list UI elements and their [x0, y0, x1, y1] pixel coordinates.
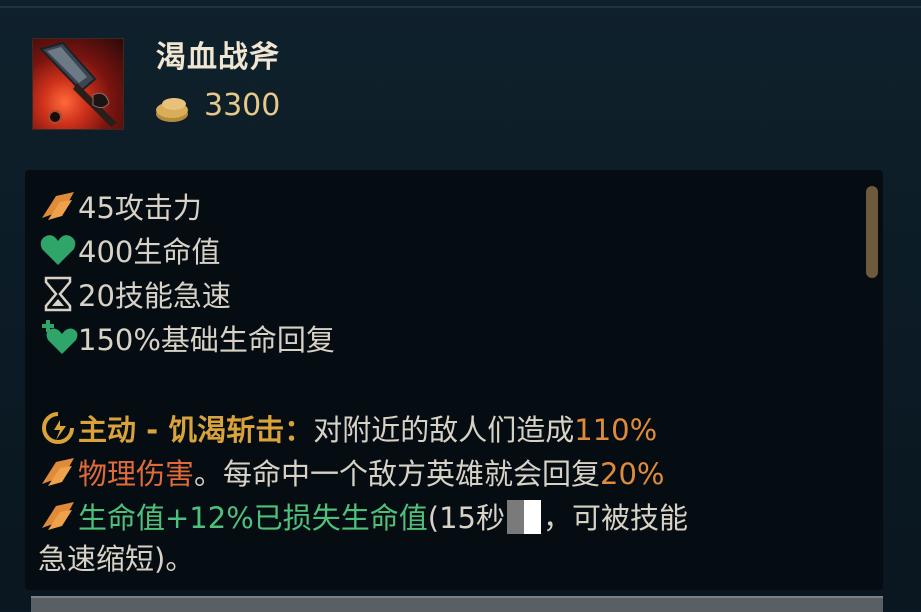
- active-line-2: 物理伤害。每命中一个敌方英雄就会回复20%: [38, 454, 665, 493]
- text-cursor-icon: [506, 500, 541, 534]
- cooldown-close: ，可被技能: [542, 501, 688, 535]
- heal-text: 生命值+12%已损失生命值: [78, 501, 428, 535]
- scrollbar-thumb[interactable]: [866, 186, 878, 278]
- axe-item-icon: [32, 38, 124, 130]
- stat-row-attack: 45攻击力: [38, 186, 202, 226]
- physical-damage-icon: [38, 498, 78, 534]
- gold-coin-icon: [154, 94, 190, 124]
- active-line-1: 主动 - 饥渴斩击：对附近的敌人们造成110%: [38, 410, 657, 449]
- active-tail: 急速缩短)。: [38, 542, 195, 574]
- active-clock-icon: [38, 410, 78, 446]
- tooltip-window: 渴血战斧 3300 45攻击力 400生命值 20技能急速 150%基础生命回复…: [0, 0, 921, 612]
- stat-text: 400生命值: [78, 235, 221, 269]
- active-line-4: 急速缩短)。: [38, 540, 194, 574]
- stat-text: 20技能急速: [78, 279, 231, 313]
- stat-text: 150%基础生命回复: [78, 323, 335, 357]
- active-pct-2: 20%: [600, 457, 665, 491]
- health-heart-icon: [38, 232, 78, 268]
- attack-damage-icon: [38, 188, 78, 224]
- cooldown-open: (15秒: [427, 501, 505, 535]
- item-cost: 3300: [204, 88, 281, 123]
- active-line-3: 生命值+12%已损失生命值(15秒 ，可被技能: [38, 498, 688, 537]
- stat-text: 45攻击力: [78, 191, 202, 225]
- active-text-1: 对附近的敌人们造成: [313, 413, 575, 447]
- stat-row-health: 400生命值: [38, 230, 220, 270]
- item-name: 渴血战斧: [156, 40, 280, 75]
- top-divider: [0, 6, 921, 8]
- active-pct-1: 110%: [574, 413, 658, 447]
- active-text-2: 。每命中一个敌方英雄就会回复: [194, 457, 601, 491]
- stat-row-haste: 20技能急速: [38, 274, 231, 314]
- health-regen-icon: [38, 320, 78, 356]
- active-label: 主动 - 饥渴斩击：: [78, 413, 314, 447]
- hourglass-icon: [38, 276, 78, 312]
- physical-damage-icon: [38, 454, 78, 490]
- physical-damage-text: 物理伤害: [78, 457, 195, 491]
- stat-row-regen: 150%基础生命回复: [38, 318, 335, 358]
